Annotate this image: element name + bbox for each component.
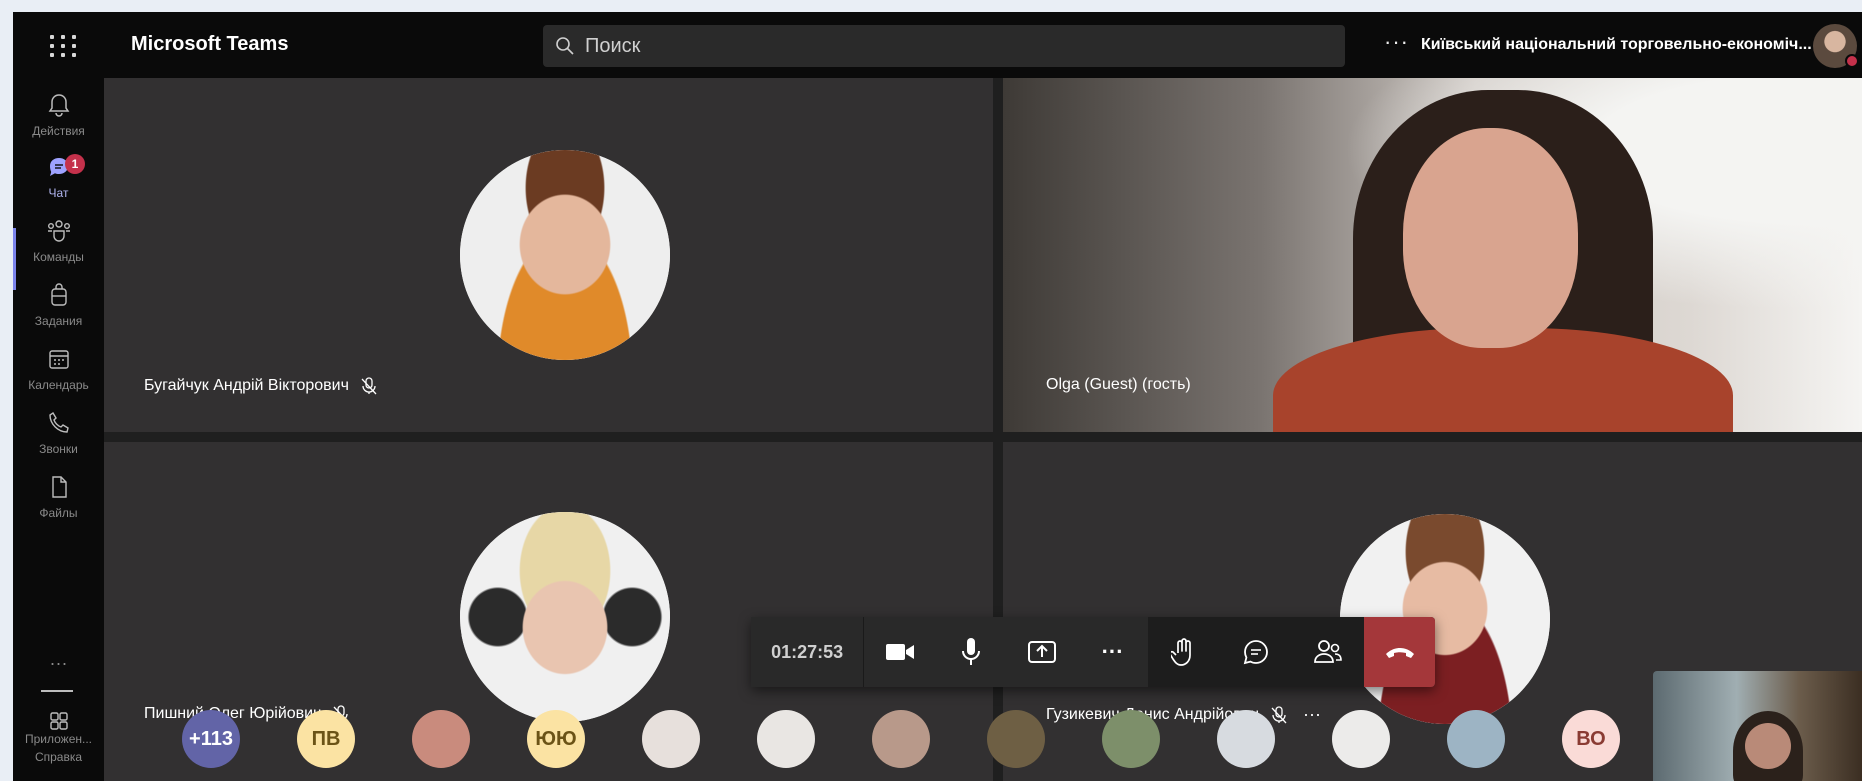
mic-icon bbox=[961, 638, 980, 665]
rail-item-label: Задания bbox=[34, 314, 83, 328]
participant-tile-video[interactable]: Olga (Guest) (гость) bbox=[1003, 78, 1862, 432]
more-actions-button[interactable]: ··· bbox=[1077, 617, 1148, 687]
status-busy-icon bbox=[1845, 54, 1859, 68]
participant-avatar-initials[interactable]: ЮЮ bbox=[527, 710, 585, 768]
participant-avatar-initials[interactable]: ВО bbox=[1562, 710, 1620, 768]
participant-avatar-photo[interactable] bbox=[1447, 710, 1505, 768]
participant-name: Olga (Guest) (гость) bbox=[1046, 376, 1191, 393]
rail-item-calendar[interactable]: Календарь bbox=[13, 346, 104, 416]
participant-avatar-photo[interactable] bbox=[757, 710, 815, 768]
participant-avatar-photo[interactable] bbox=[1102, 710, 1160, 768]
participant-avatar-photo[interactable] bbox=[1332, 710, 1390, 768]
search-input[interactable]: Поиск bbox=[543, 25, 1345, 67]
title-bar: Microsoft Teams Поиск ··· Київський наці… bbox=[13, 12, 1862, 78]
organization-name[interactable]: Київський національний торговельно-еконо… bbox=[1421, 36, 1812, 54]
participant-avatar-initials[interactable]: ПВ bbox=[297, 710, 355, 768]
participant-avatar bbox=[460, 150, 670, 360]
rail-item-label: Чат bbox=[48, 186, 69, 200]
call-timer: 01:27:53 bbox=[751, 617, 865, 687]
app-rail: Действия 1 Чат Команды Задания Календарь… bbox=[13, 78, 104, 781]
rail-item-files[interactable]: Файлы bbox=[13, 474, 104, 544]
share-screen-button[interactable] bbox=[1006, 617, 1077, 687]
rail-item-label: Календарь bbox=[28, 378, 89, 392]
teams-window: Microsoft Teams Поиск ··· Київський наці… bbox=[13, 12, 1862, 781]
rail-apps-label: Приложен... bbox=[24, 732, 92, 746]
camera-icon bbox=[885, 644, 914, 660]
mic-button[interactable] bbox=[935, 617, 1006, 687]
hang-up-button[interactable] bbox=[1364, 617, 1435, 687]
app-launcher-icon[interactable] bbox=[43, 28, 79, 64]
self-view-video[interactable] bbox=[1653, 671, 1862, 781]
rail-item-label: Звонки bbox=[39, 442, 78, 456]
secondary-controls bbox=[1148, 617, 1365, 687]
app-brand: Microsoft Teams bbox=[131, 33, 289, 55]
self-view-face bbox=[1745, 723, 1791, 769]
file-icon bbox=[51, 476, 67, 498]
mic-off-icon bbox=[361, 377, 377, 395]
rail-item-label: Команды bbox=[33, 250, 84, 264]
camera-button[interactable] bbox=[864, 617, 935, 687]
overflow-participants-button[interactable]: +113 bbox=[182, 710, 240, 768]
rail-help-label[interactable]: Справка bbox=[13, 750, 104, 764]
chat-unread-badge: 1 bbox=[65, 154, 85, 174]
header-more-button[interactable]: ··· bbox=[1384, 29, 1409, 55]
participants-button[interactable] bbox=[1292, 617, 1364, 687]
chat-button[interactable] bbox=[1220, 617, 1292, 687]
call-controls: 01:27:53 ··· bbox=[751, 617, 1435, 687]
participant-avatar-photo[interactable] bbox=[1217, 710, 1275, 768]
search-icon bbox=[556, 37, 574, 55]
meeting-stage: Бугайчук Андрій Вікторович Olga (Guest) … bbox=[104, 78, 1862, 781]
rail-item-assignments[interactable]: Задания bbox=[13, 282, 104, 352]
participant-avatar-photo[interactable] bbox=[642, 710, 700, 768]
assignments-icon bbox=[50, 283, 67, 306]
rail-more-button[interactable]: ··· bbox=[13, 653, 104, 674]
user-avatar[interactable] bbox=[1813, 24, 1859, 68]
teams-icon bbox=[47, 220, 70, 242]
rail-item-apps[interactable]: Приложен... Справка bbox=[13, 708, 104, 778]
bell-icon bbox=[48, 94, 69, 117]
phone-icon bbox=[48, 412, 69, 433]
participant-name-label: Бугайчук Андрій Вікторович bbox=[144, 376, 379, 396]
rail-item-calls[interactable]: Звонки bbox=[13, 410, 104, 480]
rail-item-teams[interactable]: Команды bbox=[13, 218, 104, 288]
participant-avatar-photo[interactable] bbox=[987, 710, 1045, 768]
participant-roster: +113 ПВ ЮЮ ВО bbox=[104, 710, 1654, 780]
participant-tile[interactable]: Бугайчук Андрій Вікторович bbox=[104, 78, 993, 432]
rail-item-chat[interactable]: 1 Чат bbox=[13, 154, 104, 224]
participant-avatar-photo[interactable] bbox=[872, 710, 930, 768]
rail-item-label: Файлы bbox=[39, 506, 78, 520]
calendar-icon bbox=[48, 350, 69, 369]
raise-hand-icon bbox=[1171, 638, 1191, 666]
hang-up-icon bbox=[1385, 648, 1414, 658]
rail-item-label: Действия bbox=[32, 124, 85, 138]
share-screen-icon bbox=[1027, 641, 1056, 663]
participant-avatar bbox=[460, 512, 670, 722]
more-icon: ··· bbox=[1101, 639, 1124, 664]
rail-divider bbox=[41, 690, 73, 692]
rail-item-activity[interactable]: Действия bbox=[13, 92, 104, 162]
chat-icon bbox=[1243, 640, 1268, 665]
search-placeholder: Поиск bbox=[585, 34, 641, 57]
apps-icon bbox=[49, 712, 68, 730]
raise-hand-button[interactable] bbox=[1148, 617, 1220, 687]
participant-name-label: Olga (Guest) (гость) bbox=[1046, 376, 1191, 394]
participant-name: Бугайчук Андрій Вікторович bbox=[144, 377, 349, 394]
participant-avatar-photo[interactable] bbox=[412, 710, 470, 768]
participants-icon bbox=[1314, 640, 1342, 663]
